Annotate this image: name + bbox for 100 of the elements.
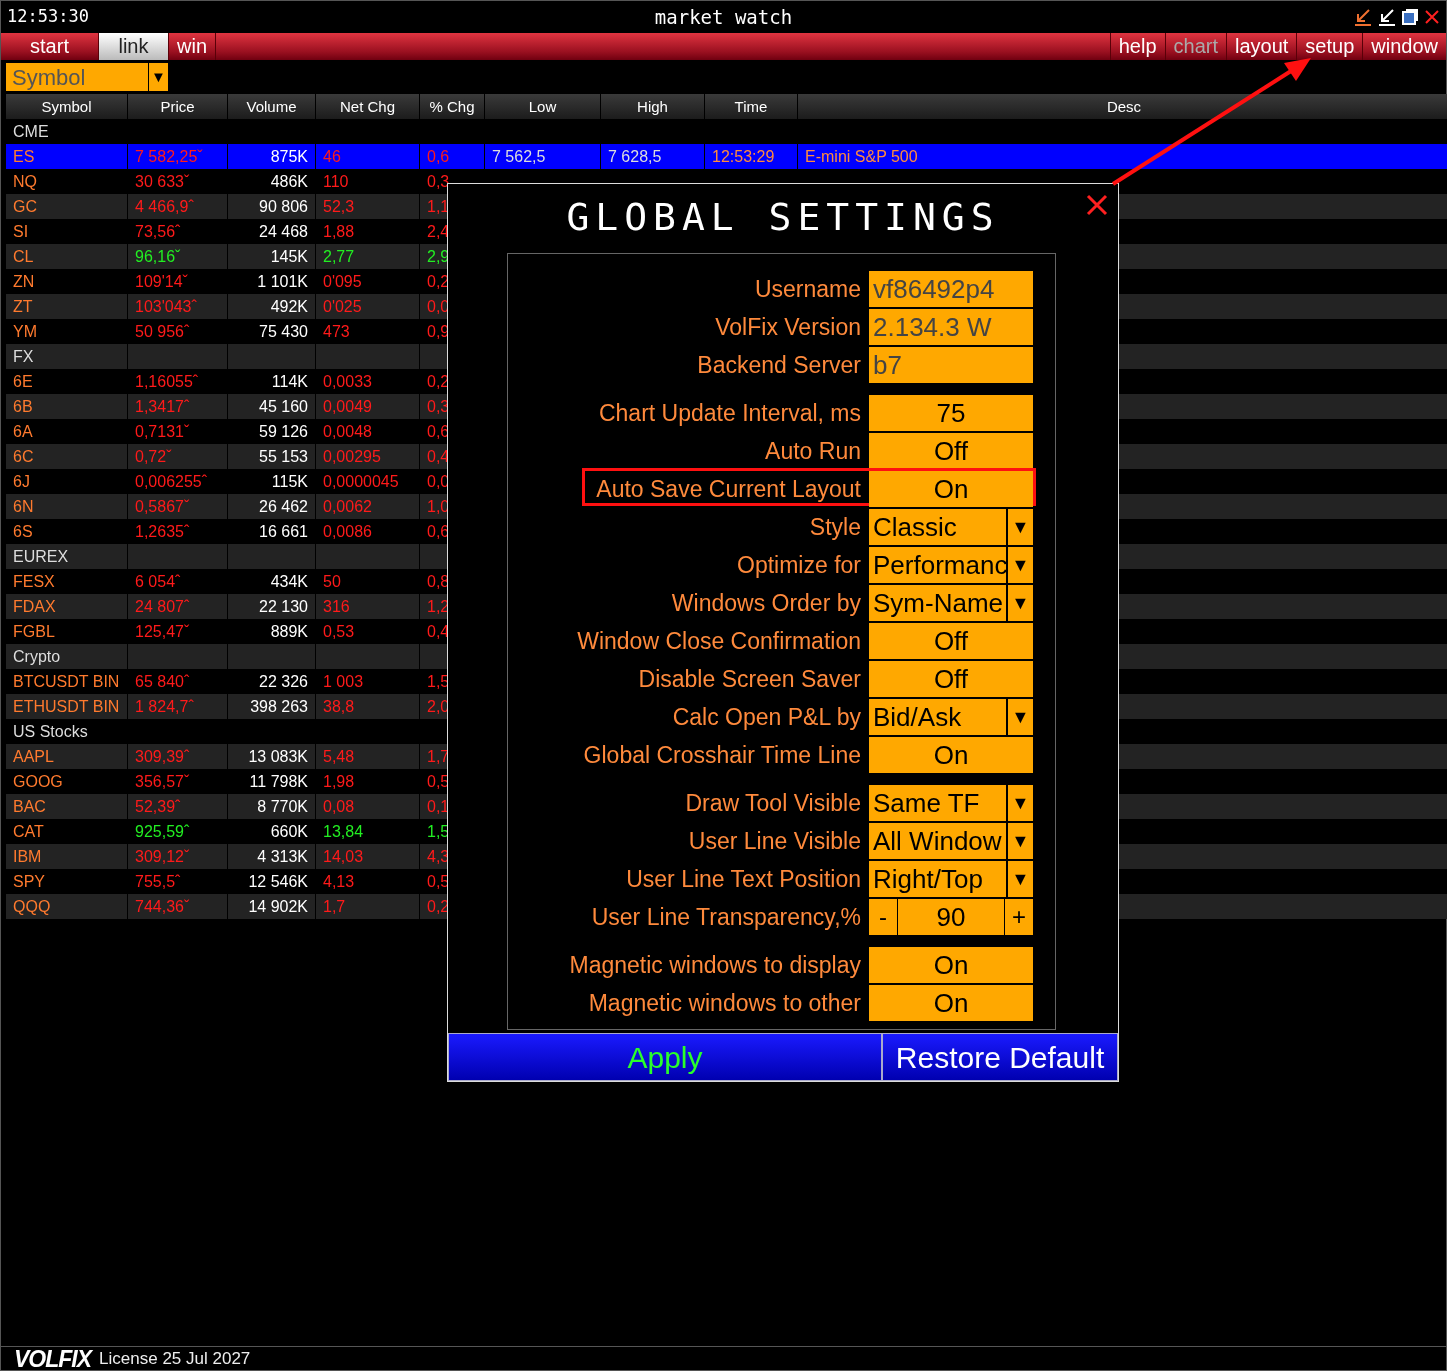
table-cell: 7 582,25ˇ <box>128 144 227 169</box>
toggle-button[interactable]: Off <box>869 623 1033 659</box>
value-field[interactable]: 90 <box>898 899 1004 935</box>
decrement-button[interactable]: - <box>869 899 897 935</box>
table-cell: 0,00295 <box>316 444 419 469</box>
column-header[interactable]: Time <box>705 94 797 119</box>
setting-label: Disable Screen Saver <box>637 664 861 694</box>
dropdown[interactable]: Classic <box>869 509 1006 545</box>
table-cell: BAC <box>6 794 127 819</box>
table-cell: 6N <box>6 494 127 519</box>
toggle-button[interactable]: On <box>869 471 1033 507</box>
table-cell: 52,3 <box>316 194 419 219</box>
column-header[interactable]: Symbol <box>6 94 127 119</box>
table-cell: 0,6 <box>420 144 484 169</box>
setting-label: User Line Transparency,% <box>590 902 861 932</box>
table-cell: 744,36ˇ <box>128 894 227 919</box>
table-cell: 309,39ˆ <box>128 744 227 769</box>
table-cell: 5,48 <box>316 744 419 769</box>
table-cell: FX <box>6 344 127 369</box>
toggle-button[interactable]: On <box>869 947 1033 983</box>
table-cell: 38,8 <box>316 694 419 719</box>
table-cell: 26 462 <box>228 494 315 519</box>
menu-item[interactable]: link <box>99 33 169 60</box>
close-icon[interactable] <box>1424 9 1440 25</box>
dialog-title: GLOBAL SETTINGS <box>566 195 1000 239</box>
column-header[interactable]: Desc <box>798 94 1447 119</box>
arrow-down-left-icon[interactable] <box>1354 8 1372 26</box>
table-cell: 96,16ˇ <box>128 244 227 269</box>
table-cell: 309,12ˇ <box>128 844 227 869</box>
clock-time: 12:53:30 <box>7 5 89 29</box>
table-cell: AAPL <box>6 744 127 769</box>
setting-label: Magnetic windows to other <box>587 988 861 1018</box>
table-cell: 13 083K <box>228 744 315 769</box>
toggle-button[interactable]: On <box>869 985 1033 1021</box>
table-cell: 0,5867ˇ <box>128 494 227 519</box>
table-cell: 316 <box>316 594 419 619</box>
setting-label: Magnetic windows to display <box>568 950 861 980</box>
setting-label: Windows Order by <box>670 588 861 618</box>
dropdown[interactable]: Bid/Ask <box>869 699 1006 735</box>
column-header[interactable]: High <box>601 94 704 119</box>
license-text: License 25 Jul 2027 <box>99 1347 251 1370</box>
toggle-button[interactable]: On <box>869 737 1033 773</box>
table-cell: E-mini S&P 500 <box>798 144 1447 169</box>
table-cell: 24 807ˆ <box>128 594 227 619</box>
table-cell: 14,03 <box>316 844 419 869</box>
toggle-button[interactable]: Off <box>869 433 1033 469</box>
dropdown[interactable]: All Window <box>869 823 1006 859</box>
table-cell: 14 902K <box>228 894 315 919</box>
table-cell: 2,77 <box>316 244 419 269</box>
dropdown[interactable]: Same TF <box>869 785 1006 821</box>
value-field: vf86492p4 <box>869 271 1033 307</box>
table-cell: 0,0049 <box>316 394 419 419</box>
setting-label: Auto Run <box>764 436 861 466</box>
column-header[interactable]: % Chg <box>420 94 484 119</box>
column-header[interactable]: Net Chg <box>316 94 419 119</box>
column-header[interactable]: Low <box>485 94 600 119</box>
symbol-dropdown[interactable]: Symbol <box>6 63 148 91</box>
setting-label: Backend Server <box>696 350 861 380</box>
column-header[interactable]: Price <box>128 94 227 119</box>
menu-item[interactable]: win <box>169 33 216 60</box>
table-cell: ES <box>6 144 127 169</box>
setting-label: Draw Tool Visible <box>684 788 861 818</box>
table-cell: 145K <box>228 244 315 269</box>
setting-label: VolFix Version <box>714 312 861 342</box>
apply-button[interactable]: Apply <box>448 1033 882 1081</box>
setting-label: User Line Text Position <box>625 864 861 894</box>
dropdown[interactable]: Sym-Name <box>869 585 1006 621</box>
menu-item[interactable]: layout <box>1226 33 1297 60</box>
window-title: market watch <box>654 5 793 28</box>
table-cell: ETHUSDT BIN <box>6 694 127 719</box>
column-header[interactable]: Volume <box>228 94 315 119</box>
dropdown[interactable]: Performanc <box>869 547 1006 583</box>
toggle-button[interactable]: 75 <box>869 395 1033 431</box>
logo: VOLFIX <box>14 1347 92 1370</box>
table-cell: 0,08 <box>316 794 419 819</box>
setting-label: Chart Update Interval, ms <box>597 398 861 428</box>
table-cell: Crypto <box>6 644 127 669</box>
menu-item[interactable]: window <box>1362 33 1446 60</box>
setting-label: Style <box>808 512 861 542</box>
table-cell: 0'025 <box>316 294 419 319</box>
table-cell: 22 130 <box>228 594 315 619</box>
table-cell: 46 <box>316 144 419 169</box>
menu-item[interactable]: help <box>1109 33 1165 60</box>
increment-button[interactable]: + <box>1005 899 1033 935</box>
table-cell: 90 806 <box>228 194 315 219</box>
table-cell: IBM <box>6 844 127 869</box>
dropdown[interactable]: Right/Top <box>869 861 1006 897</box>
table-cell: QQQ <box>6 894 127 919</box>
table-cell: 875K <box>228 144 315 169</box>
restore-icon[interactable] <box>1402 9 1418 25</box>
toggle-button[interactable]: Off <box>869 661 1033 697</box>
close-icon[interactable] <box>1086 194 1108 216</box>
table-cell: CL <box>6 244 127 269</box>
table-cell: 1 824,7ˆ <box>128 694 227 719</box>
table-cell: 1,7 <box>316 894 419 919</box>
table-cell: GC <box>6 194 127 219</box>
table-cell: 4 466,9ˆ <box>128 194 227 219</box>
restore-button[interactable]: Restore Default <box>882 1033 1118 1081</box>
table-cell: 0,0062 <box>316 494 419 519</box>
table-cell: 8 770K <box>228 794 315 819</box>
